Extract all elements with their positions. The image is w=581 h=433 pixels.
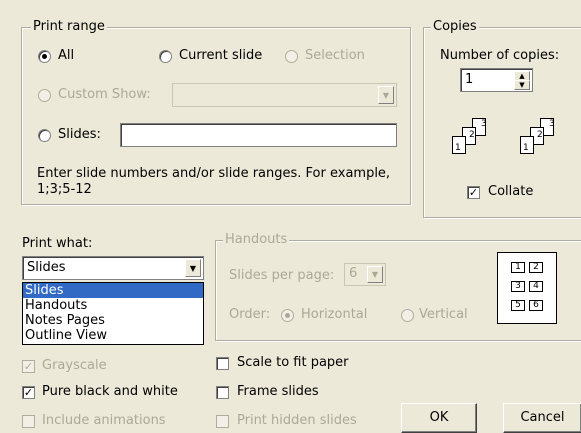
print-what-option-slides[interactable]: Slides (23, 283, 203, 298)
print-range-legend: Print range (31, 19, 107, 35)
collate-label[interactable]: Collate (488, 184, 533, 199)
slides-radio[interactable] (38, 129, 51, 142)
number-of-copies-label: Number of copies: (440, 48, 560, 63)
scale-to-fit-checkbox[interactable] (216, 357, 229, 370)
selection-label[interactable]: Selection (305, 48, 365, 63)
up-arrow-icon: ▲ (519, 72, 525, 80)
custom-show-radio[interactable] (38, 89, 51, 102)
order-label: Order: (229, 307, 271, 322)
print-hidden-label[interactable]: Print hidden slides (237, 413, 357, 428)
handout-cell: 4 (529, 281, 543, 292)
print-what-selected: Slides (27, 260, 66, 275)
include-animations-checkbox[interactable] (22, 415, 35, 428)
selection-radio[interactable] (285, 50, 298, 63)
print-what-dropdown-list: Slides Handouts Notes Pages Outline View (22, 282, 204, 345)
copies-value: 1 (465, 72, 474, 87)
ok-button-label: OK (429, 410, 449, 425)
slides-hint-example: 1;3;5-12 (37, 182, 92, 197)
include-animations-label[interactable]: Include animations (42, 413, 166, 428)
horizontal-label[interactable]: Horizontal (301, 307, 367, 322)
pure-black-white-checkbox[interactable]: ✓ (22, 386, 35, 399)
handout-cell: 3 (511, 281, 525, 292)
handouts-legend: Handouts (223, 232, 290, 248)
check-icon: ✓ (468, 186, 479, 199)
ok-button[interactable]: OK (401, 403, 477, 433)
vertical-radio[interactable] (401, 309, 414, 322)
frame-slides-label[interactable]: Frame slides (237, 384, 319, 399)
slides-per-page-label: Slides per page: (229, 268, 335, 283)
handout-cell: 5 (511, 300, 525, 311)
slides-per-page-value: 6 (349, 266, 358, 281)
horizontal-radio[interactable] (281, 309, 294, 322)
print-what-label: Print what: (22, 236, 93, 251)
collate-icon: 3 2 1 3 2 1 (448, 118, 566, 162)
frame-slides-checkbox[interactable] (216, 386, 229, 399)
slides-label[interactable]: Slides: (58, 127, 101, 142)
cancel-button-label: Cancel (520, 410, 565, 425)
slides-input[interactable] (120, 123, 397, 147)
collate-checkbox[interactable]: ✓ (467, 186, 480, 199)
all-radio[interactable] (38, 50, 51, 63)
slides-hint: Enter slide numbers and/or slide ranges.… (37, 166, 391, 181)
copies-decrement[interactable]: ▼ (514, 80, 530, 90)
handout-cell: 2 (529, 262, 543, 273)
copies-legend: Copies (431, 19, 479, 35)
chevron-down-icon: ▼ (189, 263, 197, 273)
cancel-button[interactable]: Cancel (503, 403, 581, 433)
handout-cell: 1 (511, 262, 525, 273)
grayscale-label[interactable]: Grayscale (42, 358, 107, 373)
print-what-select[interactable]: Slides ▼ (22, 256, 204, 280)
grayscale-checkbox[interactable]: ✓ (22, 360, 35, 373)
slides-per-page-dropdown-button[interactable]: ▼ (367, 266, 383, 283)
chevron-down-icon: ▼ (382, 90, 390, 100)
custom-show-label[interactable]: Custom Show: (58, 87, 151, 102)
scale-to-fit-label[interactable]: Scale to fit paper (237, 355, 349, 370)
slides-per-page-select[interactable]: 6 ▼ (344, 263, 386, 286)
print-what-dropdown-button[interactable]: ▼ (185, 259, 201, 277)
handout-preview: 1 2 3 4 5 6 (497, 252, 557, 324)
copies-spinner[interactable]: 1 ▲ ▼ (460, 68, 533, 92)
print-what-option-outline-view[interactable]: Outline View (23, 328, 203, 343)
handout-cell: 6 (529, 300, 543, 311)
check-icon: ✓ (23, 360, 34, 373)
check-icon: ✓ (23, 386, 34, 399)
down-arrow-icon: ▼ (519, 81, 525, 89)
current-slide-label[interactable]: Current slide (179, 48, 262, 63)
custom-show-select[interactable]: ▼ (172, 83, 397, 107)
print-what-option-notes-pages[interactable]: Notes Pages (23, 313, 203, 328)
chevron-down-icon: ▼ (371, 270, 379, 279)
pure-black-white-label[interactable]: Pure black and white (42, 384, 178, 399)
print-hidden-checkbox[interactable] (216, 415, 229, 428)
current-slide-radio[interactable] (159, 50, 172, 63)
custom-show-dropdown-button[interactable]: ▼ (378, 86, 394, 104)
print-what-option-handouts[interactable]: Handouts (23, 298, 203, 313)
vertical-label[interactable]: Vertical (419, 307, 468, 322)
all-label[interactable]: All (58, 48, 74, 63)
